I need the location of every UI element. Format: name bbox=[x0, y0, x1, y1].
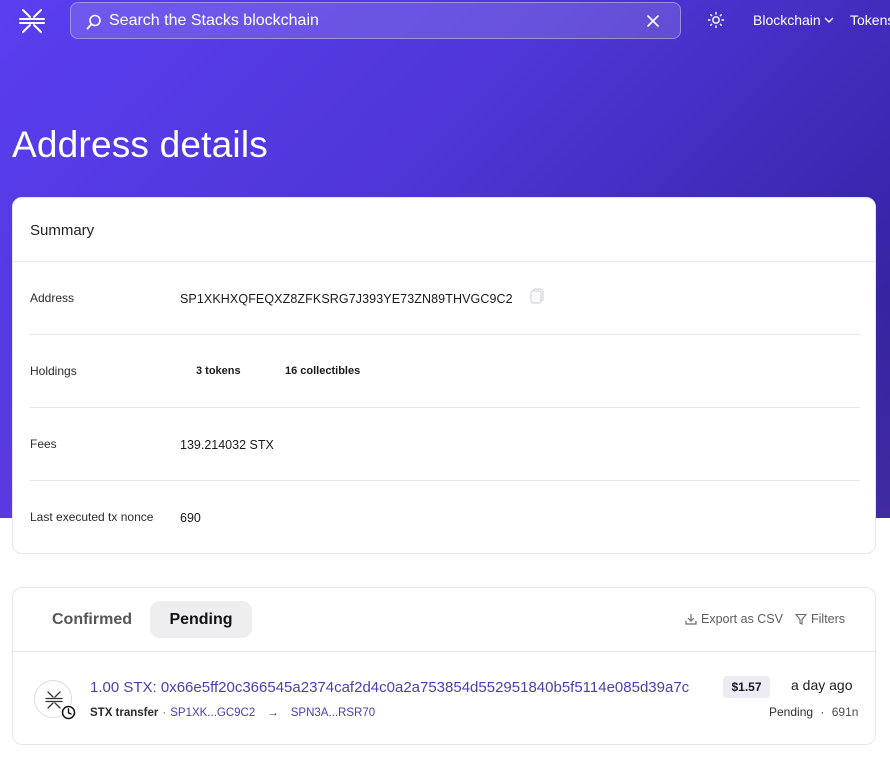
nonce-value: 690 bbox=[180, 511, 201, 525]
summary-header: Summary bbox=[13, 198, 875, 262]
download-icon bbox=[685, 614, 697, 625]
arrow-right-icon: → bbox=[267, 707, 279, 719]
page-title: Address details bbox=[12, 124, 268, 165]
summary-card: Summary Address SP1XKHXQFEQXZ8ZFKSRG7J39… bbox=[12, 197, 876, 554]
nonce-label: Last executed tx nonce bbox=[30, 510, 154, 524]
tx-status-line: Pending · 691n bbox=[769, 705, 858, 719]
export-csv-button[interactable]: Export as CSV bbox=[685, 612, 783, 626]
stacks-logo-icon[interactable] bbox=[18, 8, 46, 34]
nav-tokens-menu[interactable]: Tokens bbox=[850, 12, 890, 28]
tokens-count-link[interactable]: 3 tokens bbox=[196, 365, 241, 377]
clock-icon bbox=[61, 705, 76, 720]
tx-title-link[interactable]: 1.00 STX: 0x66e5ff20c366545a2374caf2d4c0… bbox=[90, 679, 715, 696]
tabs-row: Confirmed Pending Export as CSV Filters bbox=[13, 588, 875, 652]
summary-title: Summary bbox=[30, 222, 95, 239]
tx-meta: STX transfer · SP1XK...GC9C2 → SPN3A...R… bbox=[90, 707, 375, 719]
tx-sender-link[interactable]: SP1XK...GC9C2 bbox=[170, 707, 255, 719]
filter-icon bbox=[795, 613, 807, 625]
tx-time: a day ago bbox=[791, 677, 853, 693]
search-icon bbox=[86, 14, 101, 30]
tx-nonce: 691n bbox=[831, 705, 859, 719]
nav-tokens-label: Tokens bbox=[850, 12, 890, 28]
fees-value: 139.214032 STX bbox=[180, 438, 274, 452]
collectibles-count-link[interactable]: 16 collectibles bbox=[285, 365, 360, 377]
chevron-down-icon bbox=[824, 17, 834, 23]
close-icon[interactable] bbox=[645, 13, 661, 29]
address-label: Address bbox=[30, 291, 75, 305]
nav-blockchain-label: Blockchain bbox=[753, 12, 821, 28]
address-value[interactable]: SP1XKHXQFEQXZ8ZFKSRG7J393YE73ZN89THVGC9C… bbox=[180, 292, 513, 306]
export-csv-label: Export as CSV bbox=[701, 612, 783, 626]
nav-blockchain-menu[interactable]: Blockchain bbox=[753, 12, 834, 28]
tab-confirmed[interactable]: Confirmed bbox=[33, 601, 151, 638]
holdings-label: Holdings bbox=[30, 364, 77, 378]
search-bar[interactable] bbox=[70, 2, 681, 39]
sun-icon[interactable] bbox=[707, 11, 725, 29]
fees-row: Fees 139.214032 STX bbox=[30, 408, 860, 481]
tx-type: STX transfer bbox=[90, 707, 159, 719]
separator-dot: · bbox=[162, 707, 167, 719]
filters-label: Filters bbox=[811, 612, 846, 626]
copy-icon[interactable] bbox=[530, 288, 544, 304]
separator-dot: · bbox=[820, 705, 825, 719]
price-badge: $1.57 bbox=[723, 676, 770, 698]
filters-button[interactable]: Filters bbox=[795, 612, 845, 626]
tab-pending[interactable]: Pending bbox=[150, 601, 252, 638]
tx-recipient-link[interactable]: SPN3A...RSR70 bbox=[291, 707, 375, 719]
tx-status: Pending bbox=[769, 705, 814, 719]
holdings-row: Holdings 3 tokens 16 collectibles bbox=[30, 335, 860, 408]
search-input[interactable] bbox=[109, 7, 649, 35]
address-row: Address SP1XKHXQFEQXZ8ZFKSRG7J393YE73ZN8… bbox=[30, 262, 860, 335]
nonce-row: Last executed tx nonce 690 bbox=[30, 481, 860, 554]
transactions-card: Confirmed Pending Export as CSV Filters bbox=[12, 587, 876, 745]
fees-label: Fees bbox=[30, 437, 57, 451]
